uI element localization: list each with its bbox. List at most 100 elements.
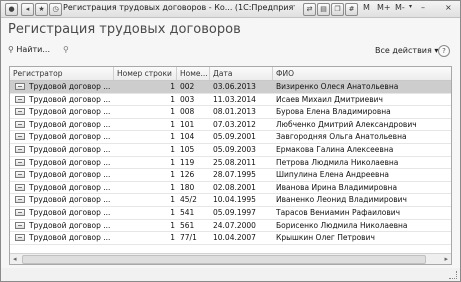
memory-plus-button[interactable]: M+ bbox=[377, 3, 391, 12]
help-button[interactable]: ? bbox=[438, 45, 450, 57]
document-icon bbox=[15, 183, 25, 191]
cell-registrar: Трудовой договор ... bbox=[29, 82, 111, 91]
close-button[interactable]: × bbox=[445, 3, 452, 12]
cell-registrar: Трудовой договор ... bbox=[29, 94, 111, 104]
cell-line: 1 bbox=[170, 94, 175, 104]
column-header-number[interactable]: Номе... bbox=[177, 67, 210, 80]
calc-icon[interactable]: # bbox=[345, 3, 358, 16]
document-icon bbox=[15, 208, 25, 216]
cell-number: 101 bbox=[180, 119, 195, 129]
copy-icon[interactable]: ❐ bbox=[331, 3, 344, 16]
cell-name: Иваненко Леонид Владимирович bbox=[276, 195, 407, 205]
cell-registrar: Трудовой договор ... bbox=[29, 119, 111, 129]
cell-line: 1 bbox=[170, 182, 175, 192]
title-bar: ● ◂ ★ ◷ Регистрация трудовых договоров -… bbox=[1, 1, 460, 18]
table-row[interactable]: Трудовой договор ... 1 008 08.01.2013 Бурова… bbox=[10, 106, 451, 119]
table-row[interactable]: Трудовой договор ... 1 77/1 10.04.2007 Крышк… bbox=[10, 232, 451, 245]
document-icon bbox=[15, 196, 25, 204]
document-icon bbox=[15, 120, 25, 128]
column-header-registrar[interactable]: Регистратор bbox=[10, 67, 114, 80]
page-title: Регистрация трудовых договоров bbox=[8, 22, 241, 37]
minimize-button[interactable]: – bbox=[421, 3, 425, 12]
cell-line: 1 bbox=[170, 157, 175, 167]
cell-line: 1 bbox=[170, 144, 175, 154]
cell-date: 05.09.2003 bbox=[213, 144, 256, 154]
cell-number: 003 bbox=[180, 94, 195, 104]
resize-grip-icon[interactable] bbox=[449, 271, 457, 279]
app-window: ● ◂ ★ ◷ Регистрация трудовых договоров -… bbox=[0, 0, 461, 282]
memory-button[interactable]: M bbox=[363, 3, 370, 12]
window-title: Регистрация трудовых договоров - Ко... (… bbox=[63, 3, 295, 12]
cell-registrar: Трудовой договор ... bbox=[29, 207, 111, 217]
magnifier-icon: ⚲ bbox=[8, 45, 14, 54]
cell-number: 541 bbox=[180, 207, 195, 217]
link-icon[interactable]: ⇄ bbox=[303, 3, 316, 16]
app-logo-icon[interactable]: ● bbox=[5, 3, 18, 16]
cell-date: 11.03.2014 bbox=[213, 94, 256, 104]
cell-line: 1 bbox=[170, 220, 175, 230]
column-header-date[interactable]: Дата bbox=[210, 67, 273, 80]
scrollbar-thumb[interactable] bbox=[22, 255, 426, 264]
cell-name: Любченко Дмитрий Александрович bbox=[276, 119, 417, 129]
toolbar: ⚲ Найти... ⚲ Все действия ▾ ? bbox=[1, 42, 460, 60]
document-icon bbox=[15, 108, 25, 116]
all-actions-button[interactable]: Все действия ▾ bbox=[375, 46, 438, 55]
cell-name: Иванова Ирина Владимировна bbox=[276, 182, 398, 192]
cell-date: 05.09.2001 bbox=[213, 132, 256, 142]
scroll-left-icon[interactable]: ◂ bbox=[13, 254, 17, 264]
cell-line: 1 bbox=[170, 119, 175, 129]
cell-registrar: Трудовой договор ... bbox=[29, 182, 111, 192]
cell-line: 1 bbox=[170, 82, 175, 91]
cell-name: Бурова Елена Владимировна bbox=[276, 107, 391, 117]
table-row[interactable]: Трудовой договор ... 1 45/2 10.04.1995 Иване… bbox=[10, 194, 451, 207]
scroll-right-icon[interactable]: ▸ bbox=[444, 254, 448, 264]
cell-name: Крышкин Олег Петрович bbox=[276, 233, 375, 243]
cancel-search-icon[interactable]: ⚲ bbox=[63, 45, 69, 54]
table-row[interactable]: Трудовой договор ... 1 126 28.07.1995 Шипули… bbox=[10, 169, 451, 182]
cell-name: Визиренко Олеся Анатольевна bbox=[276, 82, 399, 91]
status-bar bbox=[1, 268, 460, 281]
cell-date: 08.01.2013 bbox=[213, 107, 256, 117]
document-icon bbox=[15, 171, 25, 179]
table-row[interactable]: Трудовой договор ... 1 003 11.03.2014 Исаев … bbox=[10, 94, 451, 107]
memory-minus-button[interactable]: M- bbox=[395, 3, 405, 12]
cell-registrar: Трудовой договор ... bbox=[29, 107, 111, 117]
table-row[interactable]: Трудовой договор ... 1 105 05.09.2003 Ермако… bbox=[10, 144, 451, 157]
cell-line: 1 bbox=[170, 195, 175, 205]
horizontal-scrollbar[interactable]: ◂ ▸ bbox=[10, 253, 451, 264]
cell-registrar: Трудовой договор ... bbox=[29, 233, 111, 243]
column-header-line[interactable]: Номер строки bbox=[114, 67, 177, 80]
cell-number: 45/2 bbox=[180, 195, 197, 205]
cell-name: Исаев Михаил Дмитриевич bbox=[276, 94, 383, 104]
document-icon bbox=[15, 158, 25, 166]
cell-line: 1 bbox=[170, 107, 175, 117]
table-row[interactable]: Трудовой договор ... 1 119 25.08.2011 Петров… bbox=[10, 157, 451, 170]
table-row[interactable]: Трудовой договор ... 1 002 03.06.2013 Визире… bbox=[10, 81, 451, 94]
cell-name: Ермакова Галина Алексеевна bbox=[276, 144, 394, 154]
cell-number: 77/1 bbox=[180, 233, 197, 243]
find-button[interactable]: ⚲ Найти... bbox=[8, 45, 50, 54]
table-row[interactable]: Трудовой договор ... 1 101 07.03.2012 Любчен… bbox=[10, 119, 451, 132]
table-header: Регистратор Номер строки Номе... Дата ФИ… bbox=[10, 67, 451, 81]
cell-registrar: Трудовой договор ... bbox=[29, 195, 111, 205]
column-header-name[interactable]: ФИО bbox=[273, 67, 451, 80]
cell-number: 126 bbox=[180, 170, 195, 180]
find-button-label: Найти... bbox=[16, 45, 51, 54]
cell-name: Завгородняя Ольга Анатольевна bbox=[276, 132, 407, 142]
back-icon[interactable]: ◂ bbox=[21, 3, 34, 16]
favorites-star-icon[interactable]: ★ bbox=[35, 3, 48, 16]
table-row[interactable]: Трудовой договор ... 1 104 05.09.2001 Завгор… bbox=[10, 131, 451, 144]
cell-number: 105 bbox=[180, 144, 195, 154]
cell-registrar: Трудовой договор ... bbox=[29, 144, 111, 154]
print-icon[interactable]: ▤ bbox=[317, 3, 330, 16]
table-body: Трудовой договор ... 1 002 03.06.2013 Визире… bbox=[10, 81, 451, 245]
cell-registrar: Трудовой договор ... bbox=[29, 157, 111, 167]
history-icon[interactable]: ◷ bbox=[49, 3, 62, 16]
table-row[interactable]: Трудовой договор ... 1 180 02.08.2001 Иванов… bbox=[10, 182, 451, 195]
table-row[interactable]: Трудовой договор ... 1 561 24.07.2000 Борисе… bbox=[10, 220, 451, 233]
menu-dropdown-icon[interactable]: ▾ bbox=[409, 3, 412, 10]
cell-number: 104 bbox=[180, 132, 195, 142]
cell-date: 07.03.2012 bbox=[213, 119, 256, 129]
cell-number: 002 bbox=[180, 82, 195, 91]
table-row[interactable]: Трудовой договор ... 1 541 05.09.1997 Тарасо… bbox=[10, 207, 451, 220]
